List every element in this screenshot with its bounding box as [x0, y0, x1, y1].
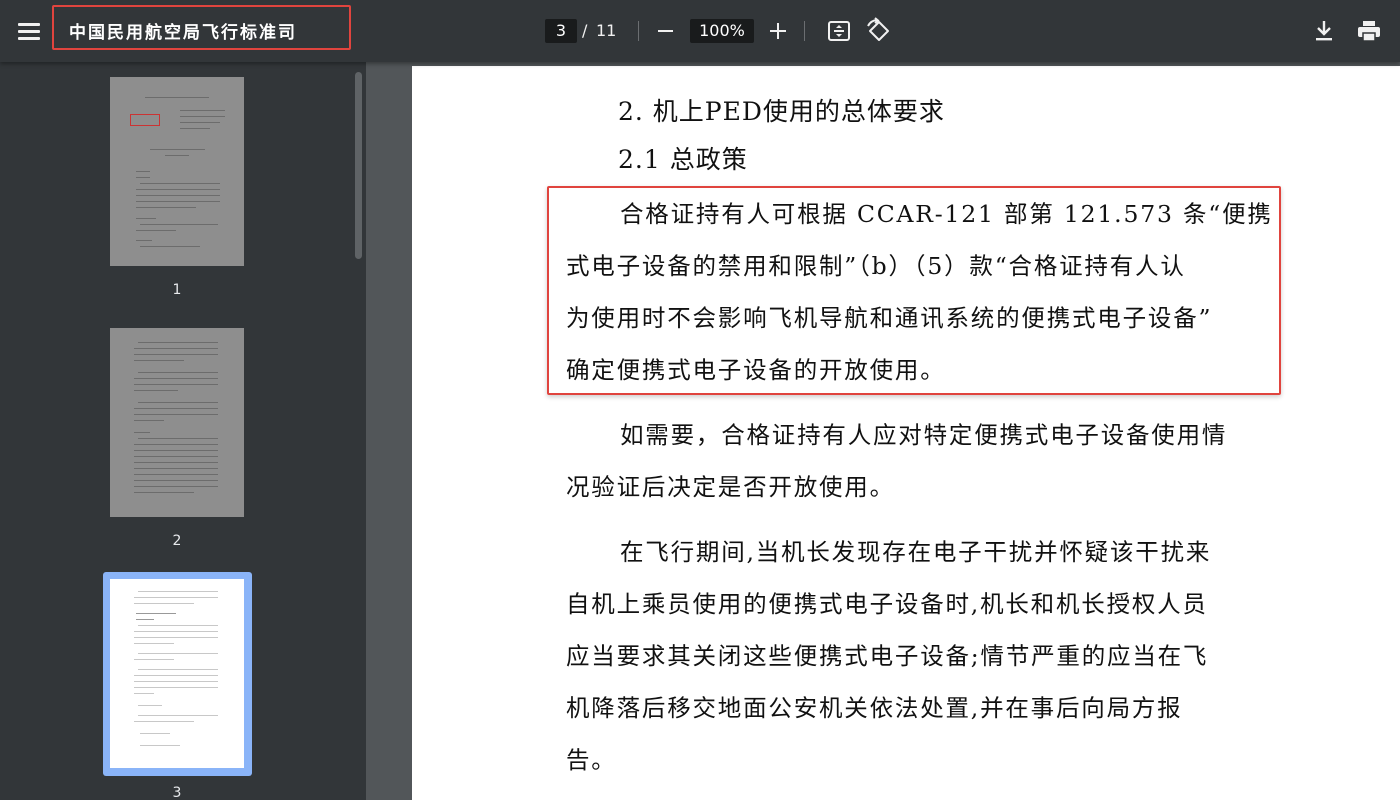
subsection-heading: 2.1 总政策 [618, 145, 748, 174]
pdf-toolbar: 中国民用航空局飞行标准司 3 / 11 100% [0, 0, 1400, 62]
paragraph-line: 自机上乘员使用的便携式电子设备时,机长和机长授权人员 [566, 590, 1208, 618]
menu-icon[interactable] [14, 16, 44, 46]
paragraph-line: 告。 [566, 746, 617, 774]
page-thumbnail-1[interactable] [110, 77, 244, 266]
rotate-icon[interactable] [865, 17, 893, 45]
document-viewer[interactable]: 2. 机上PED使用的总体要求 2.1 总政策 合格证持有人可根据 CCAR-1… [366, 62, 1400, 800]
thumbnail-label: 3 [172, 785, 182, 800]
paragraph-line: 在飞行期间,当机长发现存在电子干扰并怀疑该干扰来 [620, 538, 1212, 566]
paragraph-line: 机降落后移交地面公安机关依法处置,并在事后向局方报 [566, 694, 1183, 722]
paragraph-line: 如需要，合格证持有人应对特定便携式电子设备使用情 [620, 421, 1228, 449]
zoom-in-button[interactable] [766, 17, 790, 45]
document-title: 中国民用航空局飞行标准司 [69, 23, 297, 43]
page-separator: / [582, 21, 588, 40]
toolbar-divider [804, 21, 805, 41]
thumbnail-sidebar: 1 2 3 [0, 62, 366, 800]
title-highlight-box: 中国民用航空局飞行标准司 [52, 5, 351, 50]
annotation-highlight-box [547, 186, 1281, 395]
page-total: 11 [596, 21, 617, 40]
download-icon[interactable] [1310, 17, 1338, 45]
paragraph-line: 应当要求其关闭这些便携式电子设备;情节严重的应当在飞 [566, 642, 1209, 670]
page-number-input[interactable]: 3 [545, 19, 577, 43]
zoom-out-button[interactable] [654, 17, 678, 45]
zoom-level-input[interactable]: 100% [690, 19, 754, 43]
sidebar-scrollbar[interactable] [355, 72, 362, 259]
paragraph-line: 况验证后决定是否开放使用。 [566, 473, 895, 501]
fit-to-page-icon[interactable] [825, 17, 853, 45]
toolbar-divider [638, 21, 639, 41]
section-heading: 2. 机上PED使用的总体要求 [618, 97, 945, 126]
thumbnail-label: 2 [172, 533, 182, 549]
page-thumbnail-2[interactable] [110, 328, 244, 517]
thumbnail-label: 1 [172, 282, 182, 298]
print-icon[interactable] [1355, 17, 1383, 45]
pdf-page: 2. 机上PED使用的总体要求 2.1 总政策 合格证持有人可根据 CCAR-1… [412, 66, 1400, 800]
page-thumbnail-3[interactable] [110, 579, 244, 768]
